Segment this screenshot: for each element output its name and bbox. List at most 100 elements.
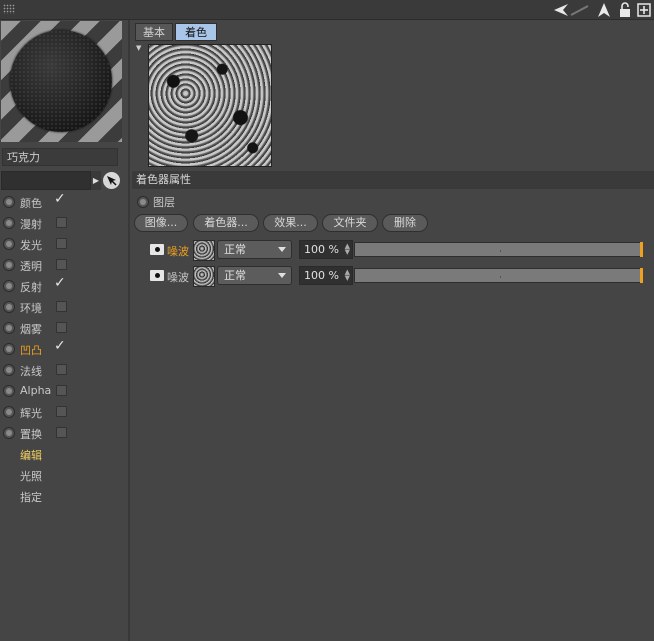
channel-checkbox[interactable] (56, 322, 67, 333)
channel-row[interactable]: Alpha (0, 381, 128, 401)
radio-icon (137, 196, 149, 208)
channel-label[interactable]: 烟雾 (20, 321, 42, 337)
checkmark-icon[interactable]: ✓ (54, 275, 66, 291)
channel-label[interactable]: 辉光 (20, 405, 42, 421)
opacity-field[interactable]: 100 % ▲ ▼ (299, 266, 353, 285)
opacity-field[interactable]: 100 % ▲ ▼ (299, 240, 353, 259)
noise-thumbnail[interactable] (193, 240, 215, 261)
dropdown-arrow-icon (278, 273, 286, 278)
blend-mode-select[interactable]: 正常 (217, 240, 292, 259)
eye-icon[interactable] (150, 270, 164, 281)
collapse-triangle-icon[interactable]: ▼ (136, 44, 141, 52)
channel-radio-icon[interactable] (3, 385, 15, 397)
channel-checkbox[interactable] (56, 217, 67, 228)
channel-label[interactable]: 置换 (20, 426, 42, 442)
channel-radio-icon[interactable] (3, 301, 15, 313)
channel-label[interactable]: 凹凸 (20, 342, 42, 358)
shader-layer-row[interactable]: 噪波 正常 100 % ▲ ▼ (146, 239, 646, 261)
checkmark-icon[interactable]: ✓ (54, 191, 66, 207)
channel-filter-input[interactable] (1, 171, 91, 190)
sidebar-link-illumination[interactable]: 光照 (20, 468, 42, 484)
channel-label[interactable]: 环境 (20, 300, 42, 316)
slider-midpoint-tick (500, 250, 501, 252)
layer-name[interactable]: 噪波 (167, 269, 189, 285)
channel-radio-icon[interactable] (3, 238, 15, 250)
channel-radio-icon[interactable] (3, 364, 15, 376)
channel-radio-icon[interactable] (3, 196, 15, 208)
channel-label[interactable]: 法线 (20, 363, 42, 379)
tab-basic[interactable]: 基本 (135, 23, 173, 41)
channel-radio-icon[interactable] (3, 217, 15, 229)
blend-mode-select[interactable]: 正常 (217, 266, 292, 285)
layer-label: 图层 (153, 196, 175, 209)
slider-midpoint-tick (500, 276, 501, 278)
spinner-arrows-icon[interactable]: ▲ ▼ (345, 269, 350, 282)
channel-row[interactable]: 辉光 (0, 402, 128, 422)
layer-name[interactable]: 噪波 (167, 243, 189, 259)
blend-mode-value: 正常 (224, 243, 246, 256)
sidebar-link-edit[interactable]: 编辑 (20, 447, 42, 463)
channel-checkbox[interactable] (56, 238, 67, 249)
channel-row[interactable]: 法线 (0, 360, 128, 380)
channel-radio-icon[interactable] (3, 343, 15, 355)
tab-shader[interactable]: 着色器 (175, 23, 217, 57)
opacity-slider[interactable] (354, 268, 643, 283)
navigate-arrow-icon[interactable] (596, 1, 612, 18)
channel-radio-icon[interactable] (3, 406, 15, 418)
channel-row[interactable]: 凹凸 ✓ (0, 338, 128, 359)
shader-properties-header[interactable]: 着色器属性 (132, 171, 654, 189)
channel-row[interactable]: 环境 (0, 297, 128, 317)
opacity-slider[interactable] (354, 242, 643, 257)
shader-button[interactable]: 着色器... (193, 214, 259, 232)
sidebar-link-assign[interactable]: 指定 (20, 489, 42, 505)
channel-checkbox[interactable] (56, 427, 67, 438)
lock-icon[interactable] (618, 1, 632, 18)
channel-row[interactable]: 置换 (0, 423, 128, 443)
channel-row[interactable]: 发光 (0, 234, 128, 254)
channel-label[interactable]: Alpha (20, 384, 51, 397)
channel-checkbox[interactable] (56, 406, 67, 417)
channel-radio-icon[interactable] (3, 280, 15, 292)
opacity-value: 100 % (304, 243, 339, 256)
pick-cursor-icon[interactable] (103, 172, 120, 189)
channel-row[interactable]: 反射 ✓ (0, 275, 128, 296)
new-window-icon[interactable] (636, 1, 652, 18)
channel-label[interactable]: 颜色 (20, 195, 42, 211)
folder-button[interactable]: 文件夹 (322, 214, 378, 232)
eye-icon[interactable] (150, 244, 164, 255)
effect-button[interactable]: 效果... (263, 214, 318, 232)
channel-radio-icon[interactable] (3, 322, 15, 334)
material-name-field[interactable]: 巧克力 (2, 148, 118, 166)
shader-preview-thumbnail (148, 44, 272, 167)
filter-arrow-icon[interactable]: ▶ (91, 171, 101, 190)
delete-button[interactable]: 删除 (382, 214, 428, 232)
channel-row[interactable]: 颜色 ✓ (0, 191, 128, 212)
channel-label[interactable]: 漫射 (20, 216, 42, 232)
spinner-arrows-icon[interactable]: ▲ ▼ (345, 243, 350, 256)
blend-mode-value: 正常 (224, 269, 246, 282)
channel-label[interactable]: 透明 (20, 258, 42, 274)
material-preview[interactable] (1, 21, 122, 142)
channel-checkbox[interactable] (56, 301, 67, 312)
slider-handle[interactable] (640, 242, 643, 257)
shader-layer-row[interactable]: 噪波 正常 100 % ▲ ▼ (146, 265, 646, 287)
grip-icon[interactable] (3, 4, 15, 14)
layer-radio[interactable] (137, 196, 150, 209)
back-arrow-icon[interactable] (553, 1, 569, 18)
slider-handle[interactable] (640, 268, 643, 283)
forward-arrow-icon[interactable] (570, 1, 590, 18)
channel-checkbox[interactable] (56, 385, 67, 396)
channel-label[interactable]: 反射 (20, 279, 42, 295)
channel-radio-icon[interactable] (3, 259, 15, 271)
dropdown-arrow-icon (278, 247, 286, 252)
channel-row[interactable]: 漫射 (0, 213, 128, 233)
channel-label[interactable]: 发光 (20, 237, 42, 253)
channel-checkbox[interactable] (56, 259, 67, 270)
image-button[interactable]: 图像... (134, 214, 188, 232)
channel-row[interactable]: 透明 (0, 255, 128, 275)
noise-thumbnail[interactable] (193, 266, 215, 287)
channel-radio-icon[interactable] (3, 427, 15, 439)
checkmark-icon[interactable]: ✓ (54, 338, 66, 354)
channel-row[interactable]: 烟雾 (0, 318, 128, 338)
channel-checkbox[interactable] (56, 364, 67, 375)
